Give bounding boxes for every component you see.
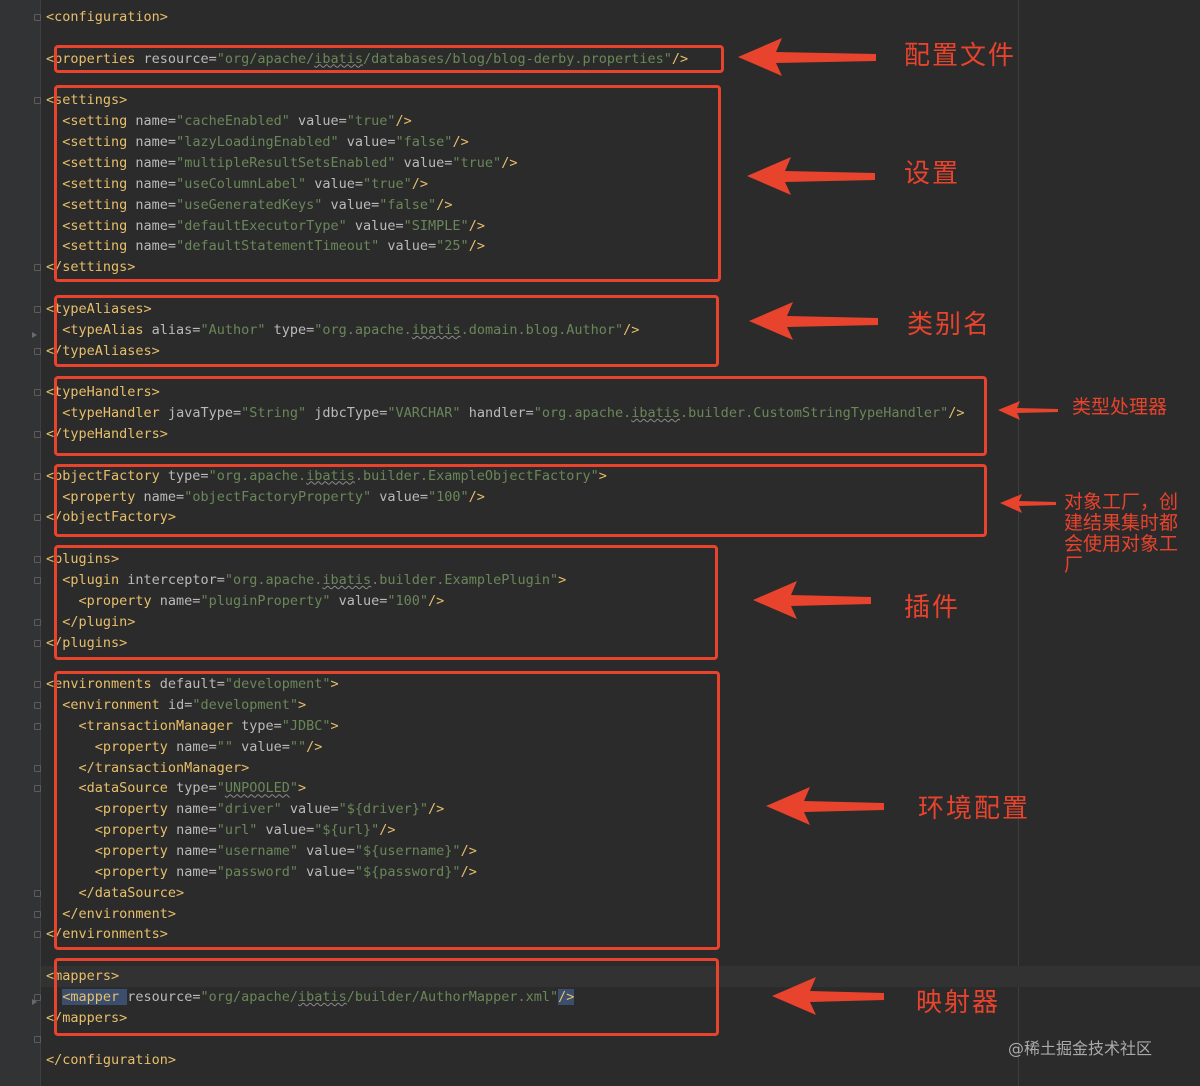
annotation-object-factory: 对象工厂，创建结果集时都会使用对象工厂 (1064, 491, 1179, 576)
annotation-properties: 配置文件 (904, 41, 1017, 71)
annotation-type-aliases: 类别名 (907, 310, 992, 340)
arrow-plugins (753, 581, 871, 619)
annotation-environments: 环境配置 (918, 794, 1031, 824)
annotation-arrows (738, 38, 1058, 1015)
arrow-settings (747, 157, 875, 195)
arrow-environments (766, 787, 884, 825)
arrow-properties (738, 38, 876, 76)
arrow-object-factory (1000, 494, 1056, 513)
watermark: @稀土掘金技术社区 (1008, 1039, 1153, 1058)
annotation-settings: 设置 (904, 159, 961, 189)
arrow-mappers (772, 977, 884, 1015)
annotation-plugins: 插件 (904, 593, 961, 623)
arrow-type-aliases (749, 302, 878, 340)
arrow-type-handlers (998, 401, 1058, 420)
annotation-type-handlers: 类型处理器 (1072, 396, 1168, 418)
annotation-mappers: 映射器 (916, 988, 1001, 1018)
